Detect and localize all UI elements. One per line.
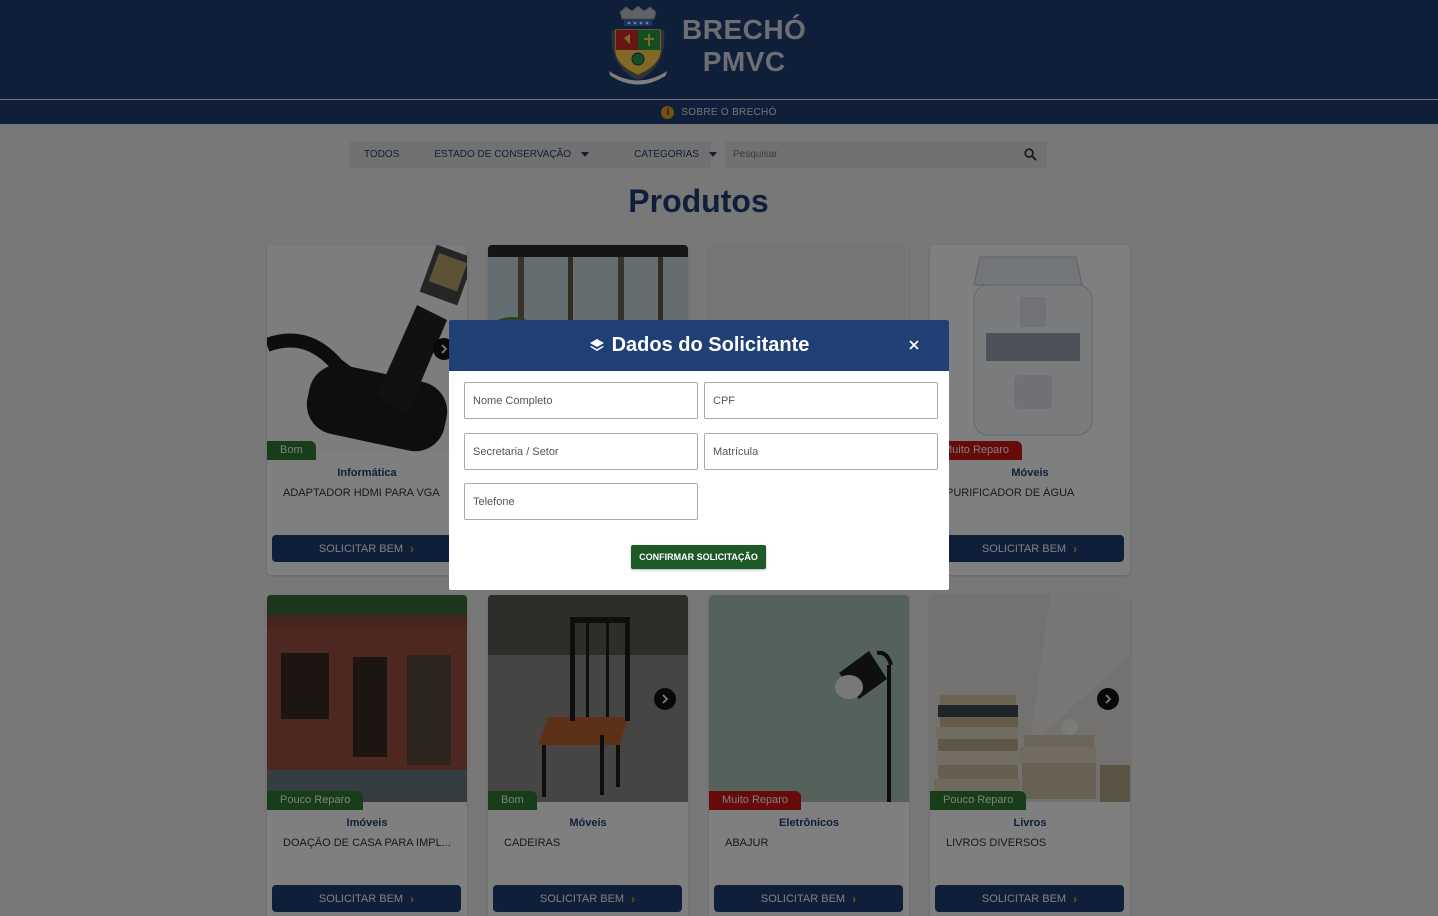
registration-field bbox=[704, 433, 938, 470]
requester-modal: Dados do Solicitante CONFIRMAR SOLICITAÇ… bbox=[449, 320, 949, 590]
modal-title: Dados do Solicitante bbox=[611, 334, 810, 356]
registration-input[interactable] bbox=[705, 434, 937, 469]
confirm-request-button[interactable]: CONFIRMAR SOLICITAÇÃO bbox=[631, 545, 766, 569]
department-input[interactable] bbox=[465, 434, 697, 469]
layers-icon bbox=[589, 338, 604, 351]
cpf-input[interactable] bbox=[705, 383, 937, 418]
modal-header: Dados do Solicitante bbox=[449, 320, 949, 371]
department-field bbox=[464, 433, 698, 470]
phone-input[interactable] bbox=[465, 484, 697, 519]
close-icon[interactable] bbox=[906, 337, 922, 353]
cpf-field bbox=[704, 382, 938, 419]
full-name-field bbox=[464, 382, 698, 419]
phone-field bbox=[464, 483, 698, 520]
full-name-input[interactable] bbox=[465, 383, 697, 418]
